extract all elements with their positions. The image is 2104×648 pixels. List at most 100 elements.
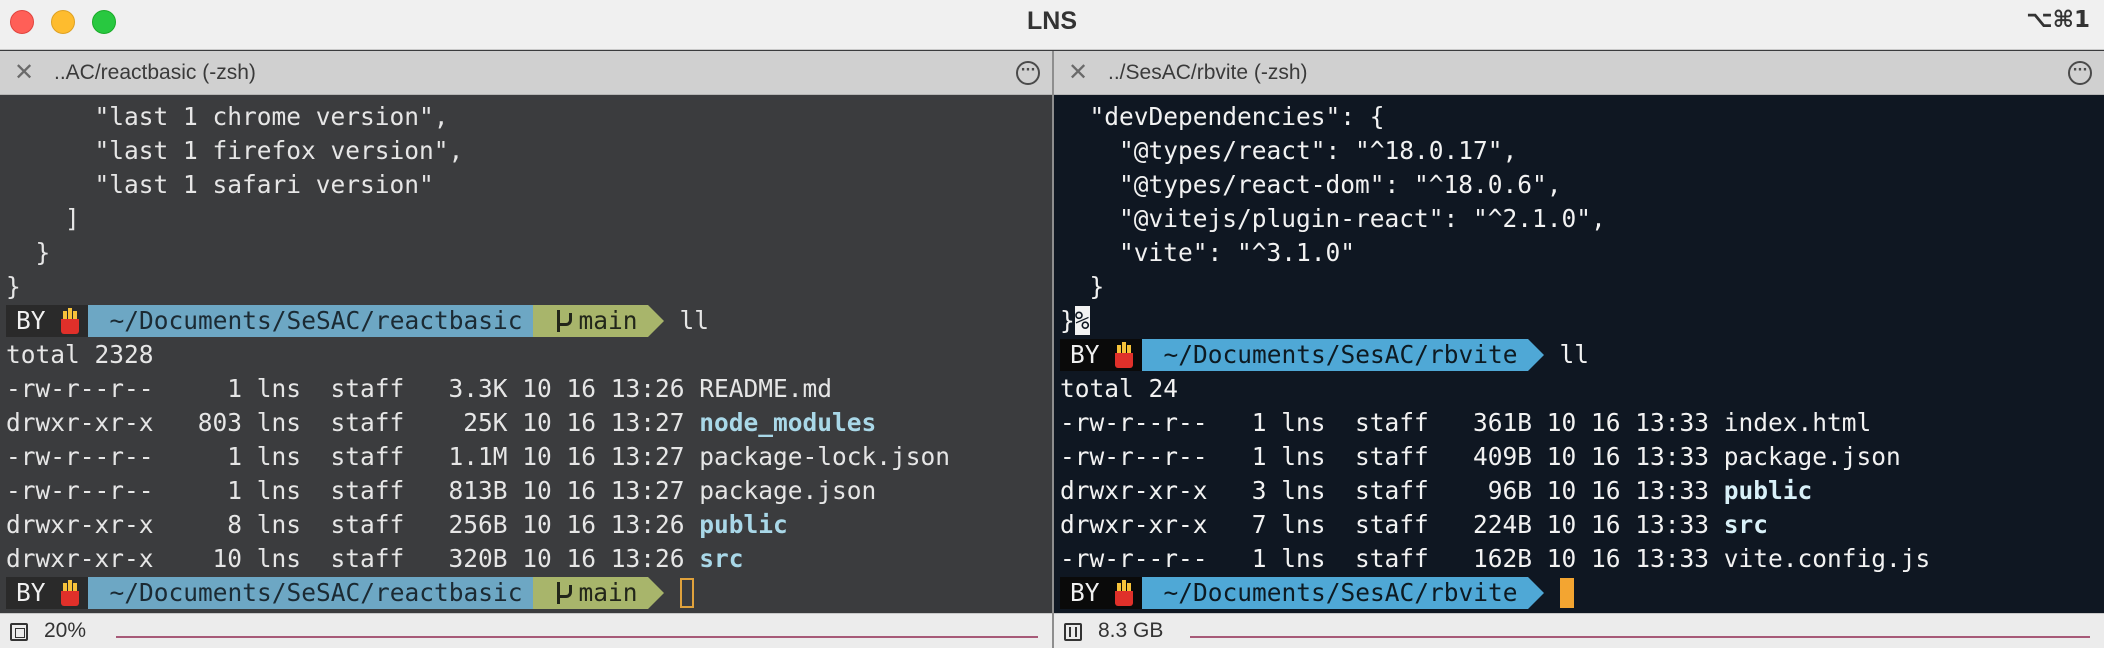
closing-brace: } (1060, 306, 1075, 335)
title-bar: LNS ⌥⌘1 (0, 0, 2104, 50)
ellipsis-circle-icon[interactable]: ··· (2068, 61, 2092, 85)
left-terminal-output: "last 1 chrome version", "last 1 firefox… (6, 100, 1052, 610)
memory-usage: 8.3 GB (1098, 619, 1164, 642)
listing-row: -rw-r--r-- 1 lns staff 361B 10 16 13:33 … (1060, 406, 2104, 440)
listing-row: drwxr-xr-x 8 lns staff 256B 10 16 13:26 … (6, 508, 1052, 542)
file-name[interactable]: package-lock.json (699, 442, 950, 471)
cpu-usage: 20% (44, 619, 87, 642)
file-name[interactable]: index.html (1724, 408, 1872, 437)
french-fries-icon (58, 579, 82, 607)
prompt-path: ~/Documents/SeSAC/reactbasic (87, 577, 533, 609)
window-shortcut: ⌥⌘1 (2026, 7, 2090, 33)
prompt-path: ~/Documents/SesAC/rbvite (1141, 339, 1528, 371)
close-icon[interactable]: ✕ (12, 60, 36, 84)
right-terminal-output: "devDependencies": { "@types/react": "^1… (1060, 100, 2104, 610)
prompt-path: ~/Documents/SesAC/rbvite (1141, 577, 1528, 609)
listing-meta: drwxr-xr-x 803 lns staff 25K 10 16 13:27 (6, 408, 700, 437)
file-name[interactable]: vite.config.js (1724, 544, 1931, 573)
directory-name[interactable]: src (699, 544, 743, 573)
output-line: "last 1 chrome version", (6, 102, 449, 131)
listing-meta: -rw-r--r-- 1 lns staff 3.3K 10 16 13:26 (6, 374, 700, 403)
file-name[interactable]: README.md (699, 374, 832, 403)
prompt-git-branch: main (532, 305, 648, 337)
directory-name[interactable]: src (1724, 510, 1768, 539)
memory-graph (1190, 632, 2090, 638)
prompt-emoji (1107, 339, 1142, 371)
prompt-separator (647, 305, 664, 337)
shell-prompt: BY ~/Documents/SeSAC/reactbasic main (6, 576, 1052, 610)
directory-name[interactable]: public (1724, 476, 1813, 505)
ellipsis-circle-icon[interactable]: ··· (1016, 61, 1040, 85)
output-line: } (6, 238, 51, 267)
listing-row: -rw-r--r-- 1 lns staff 1.1M 10 16 13:27 … (6, 440, 1052, 474)
french-fries-icon (1112, 579, 1136, 607)
french-fries-icon (58, 307, 82, 335)
listing-meta: -rw-r--r-- 1 lns staff 162B 10 16 13:33 (1060, 544, 1724, 573)
cpu-graph (116, 632, 1038, 638)
fries-box (60, 319, 79, 334)
memory-icon (1064, 623, 1082, 641)
output-line: "vite": "^3.1.0" (1060, 238, 1356, 267)
prompt-user: BY (6, 305, 54, 337)
listing-row: drwxr-xr-x 7 lns staff 224B 10 16 13:33 … (1060, 508, 2104, 542)
output-line: "devDependencies": { (1060, 102, 1385, 131)
listing-meta: -rw-r--r-- 1 lns staff 409B 10 16 13:33 (1060, 442, 1724, 471)
prompt-user: BY (1060, 577, 1108, 609)
listing-meta: -rw-r--r-- 1 lns staff 361B 10 16 13:33 (1060, 408, 1724, 437)
right-terminal-pane[interactable]: ✕ ../SesAC/rbvite (-zsh) ··· "devDepende… (1054, 51, 2104, 613)
fries-box (60, 591, 79, 606)
right-pane-tab[interactable]: ✕ ../SesAC/rbvite (-zsh) ··· (1054, 51, 2104, 95)
listing-meta: drwxr-xr-x 10 lns staff 320B 10 16 13:26 (6, 544, 700, 573)
listing-total: total 24 (1060, 374, 1179, 403)
listing-meta: drwxr-xr-x 3 lns staff 96B 10 16 13:33 (1060, 476, 1724, 505)
prompt-separator (1527, 577, 1544, 609)
prompt-emoji (53, 577, 88, 609)
file-name[interactable]: package.json (1724, 442, 1901, 471)
listing-row: -rw-r--r-- 1 lns staff 3.3K 10 16 13:26 … (6, 372, 1052, 406)
prompt-user: BY (1060, 339, 1108, 371)
left-terminal-pane[interactable]: ✕ ..AC/reactbasic (-zsh) ··· "last 1 chr… (0, 51, 1052, 613)
listing-meta: drwxr-xr-x 7 lns staff 224B 10 16 13:33 (1060, 510, 1724, 539)
listing-total: total 2328 (6, 340, 154, 369)
listing-row: -rw-r--r-- 1 lns staff 813B 10 16 13:27 … (6, 474, 1052, 508)
listing-meta: -rw-r--r-- 1 lns staff 813B 10 16 13:27 (6, 476, 700, 505)
listing-row: -rw-r--r-- 1 lns staff 409B 10 16 13:33 … (1060, 440, 2104, 474)
listing-row: drwxr-xr-x 10 lns staff 320B 10 16 13:26… (6, 542, 1052, 576)
prompt-command: ll (679, 306, 710, 335)
shell-prompt: BY ~/Documents/SesAC/rbvite (1060, 576, 2104, 610)
prompt-path: ~/Documents/SeSAC/reactbasic (87, 305, 533, 337)
listing-row: -rw-r--r-- 1 lns staff 162B 10 16 13:33 … (1060, 542, 2104, 576)
prompt-command: ll (1559, 340, 1590, 369)
listing-meta: -rw-r--r-- 1 lns staff 1.1M 10 16 13:27 (6, 442, 700, 471)
git-branch-icon (555, 582, 572, 604)
branch-name: main (578, 306, 638, 335)
branch-name: main (578, 578, 638, 607)
fries-box (1114, 591, 1133, 606)
close-icon[interactable]: ✕ (1066, 60, 1090, 84)
output-line: "@types/react-dom": "^18.0.6", (1060, 170, 1562, 199)
git-branch-icon (555, 310, 572, 332)
left-status-bar: 20% (0, 613, 1052, 648)
right-status-bar: 8.3 GB (1054, 613, 2104, 648)
text-cursor[interactable] (1559, 578, 1574, 608)
directory-name[interactable]: node_modules (699, 408, 876, 437)
left-pane-tab[interactable]: ✕ ..AC/reactbasic (-zsh) ··· (0, 51, 1052, 95)
text-cursor[interactable] (679, 578, 694, 608)
output-line: "last 1 firefox version", (6, 136, 464, 165)
output-line: }% (1060, 304, 2104, 338)
terminal-window: LNS ⌥⌘1 ✕ ..AC/reactbasic (-zsh) ··· "la… (0, 0, 2104, 648)
prompt-git-branch: main (532, 577, 648, 609)
window-title: LNS (1027, 7, 1077, 35)
right-pane-tab-title: ../SesAC/rbvite (-zsh) (1108, 61, 1308, 84)
prompt-separator (1527, 339, 1544, 371)
fries-box (1114, 353, 1133, 368)
directory-name[interactable]: public (699, 510, 788, 539)
french-fries-icon (1112, 341, 1136, 369)
prompt-separator (647, 577, 664, 609)
left-pane-tab-title: ..AC/reactbasic (-zsh) (54, 61, 256, 84)
output-line: "@types/react": "^18.0.17", (1060, 136, 1518, 165)
file-name[interactable]: package.json (699, 476, 876, 505)
shell-prompt: BY ~/Documents/SeSAC/reactbasic main ll (6, 304, 1052, 338)
eol-mark: % (1074, 306, 1090, 335)
output-line: ] (6, 204, 80, 233)
